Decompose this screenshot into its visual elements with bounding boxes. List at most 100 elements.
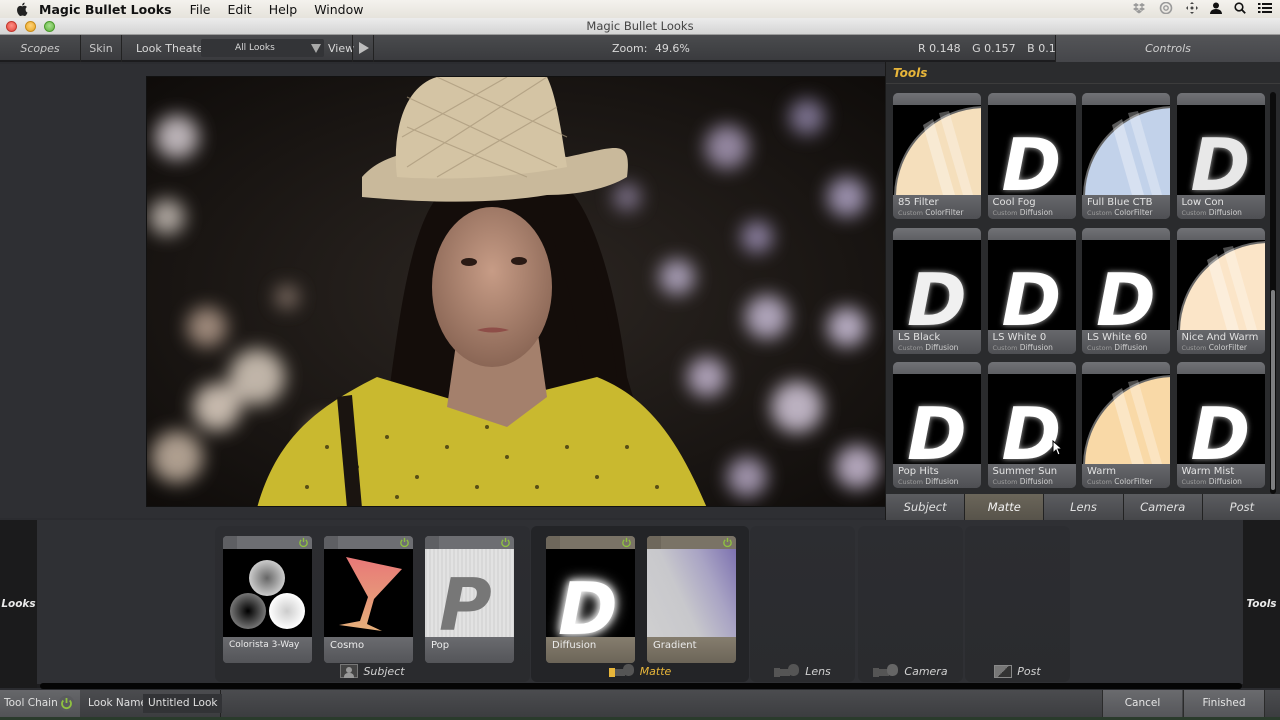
- tool-thumbnail: [1082, 105, 1170, 195]
- tool-type: Custom Diffusion: [1087, 342, 1148, 352]
- minimize-window-button[interactable]: [25, 21, 36, 32]
- creative-cloud-icon[interactable]: [1158, 1, 1174, 17]
- tools-scrollbar[interactable]: [1270, 92, 1276, 494]
- tool-thumbnail: D: [987, 239, 1076, 330]
- tool-name: Warm: [1087, 466, 1117, 477]
- tools-side-label: Tools: [1246, 598, 1277, 610]
- tool-tile[interactable]: Full Blue CTB Custom ColorFilter: [1082, 93, 1170, 219]
- tools-panel: Tools 85 Filter Custom ColorFilter D Cool F…: [885, 62, 1280, 520]
- tool-tile[interactable]: D LS White 0 Custom Diffusion: [987, 227, 1076, 354]
- menu-window[interactable]: Window: [314, 2, 363, 17]
- tool-name: LS White 60: [1087, 331, 1148, 343]
- app-menu[interactable]: Magic Bullet Looks: [39, 2, 172, 17]
- tab-camera[interactable]: Camera: [1123, 494, 1203, 520]
- chain-tool-colorista[interactable]: Colorista 3-Way: [223, 536, 312, 663]
- controls-tab[interactable]: Controls: [1055, 35, 1280, 62]
- tool-chain-toggle[interactable]: Tool Chain:: [0, 690, 80, 717]
- chain-tool-label: Gradient: [647, 637, 736, 663]
- look-theater-label: Look Theater: [136, 42, 209, 55]
- rgb-r-value: R 0.148: [918, 42, 961, 55]
- apple-menu-icon[interactable]: [15, 2, 29, 16]
- tool-tile[interactable]: D Summer Sun Custom Diffusion: [987, 362, 1076, 488]
- tab-post[interactable]: Post: [1202, 494, 1280, 520]
- cancel-button[interactable]: Cancel: [1102, 690, 1182, 717]
- colorista-thumbnail: [223, 549, 312, 637]
- finished-button[interactable]: Finished: [1183, 690, 1265, 717]
- looks-side-tab[interactable]: Looks: [0, 520, 37, 688]
- tool-thumbnail: D: [1176, 105, 1265, 195]
- tool-tile[interactable]: Nice And Warm Custom ColorFilter: [1176, 227, 1265, 354]
- tool-type: Custom Diffusion: [1181, 477, 1242, 486]
- view-label[interactable]: View: [328, 35, 354, 62]
- look-name-input[interactable]: Untitled Look: [143, 694, 223, 713]
- tab-lens[interactable]: Lens: [1044, 494, 1124, 520]
- chain-tool-cosmo[interactable]: Cosmo: [324, 536, 413, 663]
- chain-tool-pop[interactable]: P Pop: [425, 536, 514, 663]
- list-icon[interactable]: [1258, 2, 1272, 17]
- color-filter-icon: [1083, 375, 1170, 464]
- look-filter-dropdown[interactable]: All Looks: [201, 39, 324, 57]
- tile-header: [1082, 227, 1170, 240]
- rgb-g-value: G 0.157: [972, 42, 1016, 55]
- menu-edit[interactable]: Edit: [227, 2, 251, 17]
- chain-tool-label: Diffusion: [546, 637, 635, 663]
- tab-matte[interactable]: Matte: [965, 494, 1045, 520]
- power-icon[interactable]: [58, 695, 75, 712]
- zoom-window-button[interactable]: [44, 21, 55, 32]
- tool-type: Custom Diffusion: [992, 208, 1053, 217]
- chain-tool-diffusion[interactable]: D Diffusion: [546, 536, 635, 663]
- group-label-matte: Matte: [531, 664, 749, 678]
- diffusion-thumbnail: D: [546, 549, 635, 637]
- power-icon[interactable]: [722, 537, 733, 548]
- tool-name: Pop Hits: [898, 466, 939, 477]
- look-theater-group: Look Theater All Looks View: [122, 35, 374, 62]
- tool-thumbnail: [893, 105, 981, 195]
- tool-thumbnail: D: [987, 105, 1076, 195]
- move-icon[interactable]: [1186, 1, 1198, 17]
- tool-tile[interactable]: D LS White 60 Custom Diffusion: [1082, 227, 1170, 354]
- controls-label: Controls: [1145, 42, 1191, 55]
- tool-tile-label: 85 Filter Custom ColorFilter: [893, 195, 981, 219]
- tools-scrollbar-thumb[interactable]: [1271, 290, 1275, 490]
- tool-thumbnail: [1082, 374, 1170, 464]
- tile-header: [987, 227, 1076, 240]
- chain-tool-gradient[interactable]: Gradient: [647, 536, 736, 663]
- tool-chain-scrollbar[interactable]: [40, 683, 1242, 689]
- menu-help[interactable]: Help: [269, 2, 298, 17]
- close-window-button[interactable]: [6, 21, 17, 32]
- power-icon[interactable]: [298, 537, 309, 548]
- menu-bar: Magic Bullet Looks File Edit Help Window: [0, 0, 1280, 18]
- tool-tile[interactable]: 85 Filter Custom ColorFilter: [893, 93, 981, 219]
- skin-button[interactable]: Skin: [81, 35, 122, 62]
- tool-tile[interactable]: D Pop Hits Custom Diffusion: [893, 362, 981, 488]
- tool-chain-label: Tool Chain:: [4, 697, 62, 709]
- tools-side-tab[interactable]: Tools: [1243, 520, 1280, 688]
- tool-tile-label: LS White 0 Custom Diffusion: [987, 329, 1076, 354]
- tool-tile-label: Full Blue CTB Custom ColorFilter: [1082, 195, 1170, 219]
- scopes-button[interactable]: Scopes: [0, 35, 81, 62]
- tab-subject[interactable]: Subject: [886, 494, 966, 520]
- group-camera: Camera: [858, 526, 963, 682]
- dropbox-icon[interactable]: [1132, 2, 1146, 17]
- power-icon[interactable]: [500, 537, 511, 548]
- tool-tile[interactable]: D LS Black Custom Diffusion: [893, 227, 981, 354]
- tool-type: Custom Diffusion: [1181, 208, 1242, 217]
- tool-type: Custom Diffusion: [992, 477, 1053, 486]
- tool-name: Summer Sun: [992, 466, 1058, 477]
- menu-file[interactable]: File: [190, 2, 211, 17]
- user-icon[interactable]: [1210, 2, 1222, 17]
- tool-tile[interactable]: D Cool Fog Custom Diffusion: [987, 93, 1076, 219]
- diffusion-icon: D: [907, 257, 967, 330]
- tool-thumbnail: D: [1082, 239, 1170, 330]
- power-icon[interactable]: [621, 537, 632, 548]
- play-button[interactable]: [352, 35, 374, 62]
- power-icon[interactable]: [399, 537, 410, 548]
- skin-label: Skin: [89, 42, 113, 55]
- tool-tile[interactable]: Warm Custom ColorFilter: [1082, 362, 1170, 488]
- search-icon[interactable]: [1234, 1, 1246, 17]
- tool-name: LS White 0: [992, 331, 1047, 343]
- tool-tile[interactable]: D Warm Mist Custom Diffusion: [1176, 362, 1265, 488]
- preview-image[interactable]: [146, 76, 886, 507]
- tile-header: [987, 362, 1076, 374]
- tool-tile[interactable]: D Low Con Custom Diffusion: [1176, 93, 1265, 219]
